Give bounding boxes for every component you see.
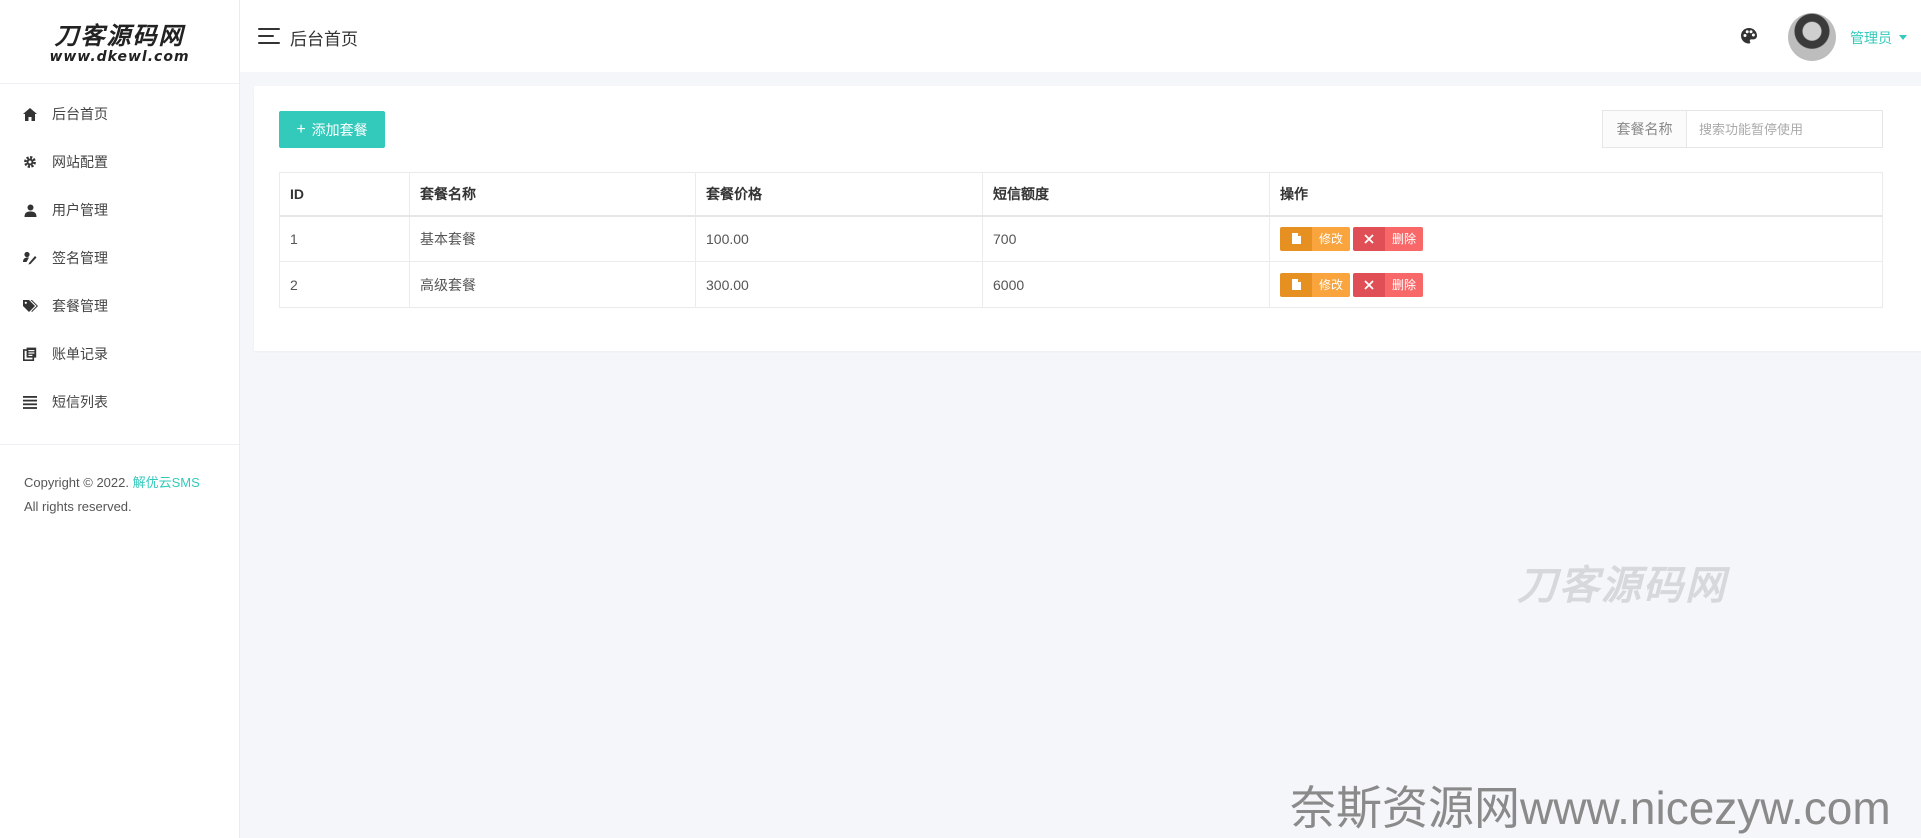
caret-down-icon[interactable] (1899, 35, 1907, 40)
search-label: 套餐名称 (1603, 111, 1687, 147)
edit-button[interactable]: 修改 (1280, 226, 1350, 251)
column-header-actions: 操作 (1269, 172, 1883, 217)
sidebar-item-label: 签名管理 (52, 250, 108, 266)
cell-name: 基本套餐 (409, 215, 696, 262)
palette-icon[interactable] (1740, 27, 1758, 45)
home-icon (22, 106, 38, 122)
packages-card: + 添加套餐 套餐名称 ID 套餐名称 套餐价格 短信额度 操作 1 基本套餐 … (254, 86, 1921, 351)
cell-quota: 6000 (982, 261, 1270, 308)
menu-toggle-icon[interactable] (258, 26, 280, 46)
add-package-label: 添加套餐 (311, 121, 368, 138)
delete-button[interactable]: 删除 (1353, 272, 1423, 297)
table-row: 1 基本套餐 100.00 700 修改 删除 (279, 215, 1883, 262)
footer-watermark: 奈斯资源网www.nicezyw.com (1290, 782, 1891, 834)
sidebar-item-label: 账单记录 (52, 346, 108, 362)
sidebar-nav: 后台首页 网站配置 用户管理 签名管理 套餐管理 账单记录 短信列表 (0, 84, 239, 426)
delete-label: 删除 (1385, 226, 1423, 251)
tags-icon (22, 298, 38, 314)
sidebar: 刀客源码网 www.dkewl.com 后台首页 网站配置 用户管理 签名管理 (0, 0, 240, 838)
cell-price: 100.00 (695, 215, 983, 262)
bill-icon (22, 346, 38, 362)
sidebar-item-users[interactable]: 用户管理 (0, 186, 239, 234)
delete-button[interactable]: 删除 (1353, 226, 1423, 251)
logo-title: 刀客源码网 (54, 20, 185, 50)
sidebar-item-label: 套餐管理 (52, 298, 108, 314)
logo[interactable]: 刀客源码网 www.dkewl.com (0, 0, 239, 84)
sidebar-item-packages[interactable]: 套餐管理 (0, 282, 239, 330)
brand-link[interactable]: 解优云SMS (133, 475, 200, 490)
cell-id: 1 (279, 215, 410, 262)
table-row: 2 高级套餐 300.00 6000 修改 删除 (279, 261, 1883, 308)
cell-id: 2 (279, 261, 410, 308)
copyright: Copyright © 2022. 解优云SMS All rights rese… (0, 445, 239, 519)
copyright-prefix: Copyright © 2022. (24, 475, 129, 490)
edit-button[interactable]: 修改 (1280, 272, 1350, 297)
gear-icon (22, 154, 38, 170)
column-header-name: 套餐名称 (409, 172, 696, 217)
sidebar-item-label: 后台首页 (52, 106, 108, 122)
search-group: 套餐名称 (1602, 110, 1883, 148)
close-icon (1353, 226, 1385, 251)
delete-label: 删除 (1385, 272, 1423, 297)
column-header-quota: 短信额度 (982, 172, 1270, 217)
add-package-button[interactable]: + 添加套餐 (279, 111, 385, 148)
site-watermark: 刀客源码网 (1517, 562, 1727, 609)
sidebar-item-label: 网站配置 (52, 154, 108, 170)
column-header-price: 套餐价格 (695, 172, 983, 217)
signature-icon (22, 250, 38, 266)
table-header-row: ID 套餐名称 套餐价格 短信额度 操作 (279, 172, 1883, 217)
cell-actions: 修改 删除 (1269, 215, 1883, 262)
logo-url: www.dkewl.com (49, 48, 190, 65)
edit-icon (1280, 226, 1312, 251)
packages-table: ID 套餐名称 套餐价格 短信额度 操作 1 基本套餐 100.00 700 修… (279, 172, 1883, 308)
edit-icon (1280, 272, 1312, 297)
user-menu[interactable]: 管理员 (1850, 28, 1892, 48)
cell-quota: 700 (982, 215, 1270, 262)
user-icon (22, 202, 38, 218)
edit-label: 修改 (1312, 226, 1350, 251)
edit-label: 修改 (1312, 272, 1350, 297)
column-header-id: ID (279, 172, 410, 217)
sidebar-item-bills[interactable]: 账单记录 (0, 330, 239, 378)
cell-actions: 修改 删除 (1269, 261, 1883, 308)
sidebar-item-signatures[interactable]: 签名管理 (0, 234, 239, 282)
page-title: 后台首页 (290, 30, 358, 49)
sidebar-item-label: 用户管理 (52, 202, 108, 218)
sidebar-item-label: 短信列表 (52, 394, 108, 410)
avatar[interactable] (1788, 13, 1836, 61)
sidebar-item-home[interactable]: 后台首页 (0, 90, 239, 138)
cell-price: 300.00 (695, 261, 983, 308)
top-header: 后台首页 管理员 (240, 0, 1921, 72)
copyright-rights: All rights reserved. (24, 499, 132, 514)
search-input[interactable] (1687, 111, 1882, 147)
sidebar-item-sms-list[interactable]: 短信列表 (0, 378, 239, 426)
list-icon (22, 394, 38, 410)
cell-name: 高级套餐 (409, 261, 696, 308)
plus-icon: + (296, 120, 306, 138)
close-icon (1353, 272, 1385, 297)
sidebar-item-site-config[interactable]: 网站配置 (0, 138, 239, 186)
